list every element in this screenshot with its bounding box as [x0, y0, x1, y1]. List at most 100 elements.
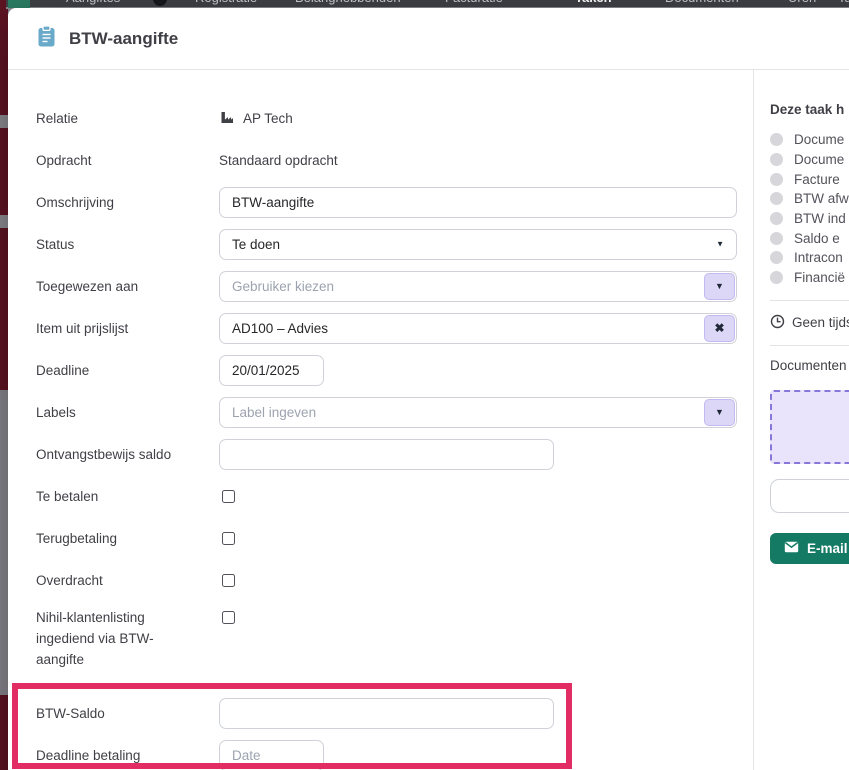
form-row-labels: Labels ▼ — [36, 397, 753, 427]
field-label: BTW-Saldo — [36, 703, 219, 724]
deadline-input[interactable] — [219, 355, 324, 386]
sidebar-heading: Deze taak h — [770, 102, 849, 117]
divider — [770, 345, 849, 346]
envelope-icon — [784, 541, 799, 556]
field-label: Status — [36, 234, 219, 255]
factory-icon — [219, 109, 235, 128]
subtask-label: Intracon — [794, 250, 843, 265]
nav-item[interactable]: Belanghebbenden — [295, 0, 401, 5]
form-row-btw-saldo: BTW-Saldo — [36, 698, 753, 728]
chevron-down-icon: ▼ — [715, 407, 724, 417]
nihil-checkbox[interactable] — [222, 611, 235, 624]
subtask-label: Docume — [794, 132, 844, 147]
status-dot — [770, 251, 783, 264]
status-dot — [770, 212, 783, 225]
list-item[interactable]: Financië — [770, 268, 849, 288]
form-row-terugbetaling: Terugbetaling — [36, 523, 753, 553]
task-modal: BTW-aangifte Relatie AP Tech Opdracht St… — [8, 8, 849, 770]
field-label: Deadline — [36, 360, 219, 381]
list-item[interactable]: Intracon — [770, 248, 849, 268]
form-row-toegewezen: Toegewezen aan ▼ — [36, 271, 753, 301]
modal-header: BTW-aangifte — [8, 8, 849, 70]
status-dot — [770, 271, 783, 284]
btw-saldo-input[interactable] — [219, 698, 554, 729]
deadline-betaling-input[interactable] — [219, 740, 324, 770]
field-label: Overdracht — [36, 570, 219, 591]
form-row-omschrijving: Omschrijving — [36, 187, 753, 217]
status-dot — [770, 192, 783, 205]
list-item[interactable]: Docume — [770, 150, 849, 170]
documents-heading: Documenten — [770, 358, 849, 373]
labels-input[interactable] — [219, 397, 737, 428]
task-form: Relatie AP Tech Opdracht Standaard opdra… — [8, 70, 753, 770]
nav-item-taken[interactable]: Taken — [575, 0, 612, 5]
subtask-label: BTW ind — [794, 211, 846, 226]
form-row-prijslijst: Item uit prijslijst ✖ — [36, 313, 753, 343]
list-item[interactable]: Saldo e — [770, 228, 849, 248]
labels-dropdown-button[interactable]: ▼ — [704, 399, 735, 426]
subtask-label: BTW afw — [794, 191, 849, 206]
top-navbar: Aangiftes Registratie Belanghebbenden Fa… — [0, 0, 849, 7]
nav-item[interactable]: Registratie — [195, 0, 257, 5]
user-avatar[interactable] — [153, 0, 167, 6]
list-item[interactable]: Docume — [770, 130, 849, 150]
nav-item[interactable]: Tak — [838, 0, 849, 5]
form-row-deadline: Deadline — [36, 355, 753, 385]
ontvangstbewijs-input[interactable] — [219, 439, 554, 470]
nav-item[interactable]: Uren — [788, 0, 816, 5]
relatie-value[interactable]: AP Tech — [243, 111, 293, 126]
clock-icon — [770, 314, 785, 332]
field-label: Labels — [36, 402, 219, 423]
close-icon: ✖ — [714, 321, 724, 335]
form-row-overdracht: Overdracht — [36, 565, 753, 595]
time-note-label: Geen tijds — [792, 315, 849, 330]
status-value: Te doen — [232, 237, 280, 252]
status-dot — [770, 232, 783, 245]
subtask-label: Saldo e — [794, 231, 840, 246]
document-input[interactable] — [770, 479, 849, 513]
status-dot — [770, 133, 783, 146]
field-label: Relatie — [36, 108, 219, 129]
app-logo[interactable] — [8, 0, 30, 8]
field-label: Te betalen — [36, 486, 219, 507]
toegewezen-dropdown-button[interactable]: ▼ — [704, 273, 735, 300]
form-row-opdracht: Opdracht Standaard opdracht — [36, 145, 753, 175]
send-email-label: E-mail v — [807, 541, 849, 556]
te-betalen-checkbox[interactable] — [222, 490, 235, 503]
subtask-label: Financië — [794, 270, 845, 285]
omschrijving-input[interactable] — [219, 187, 737, 218]
modal-title: BTW-aangifte — [69, 29, 178, 49]
chevron-down-icon: ▼ — [716, 240, 724, 249]
form-row-status: Status Te doen ▼ — [36, 229, 753, 259]
field-label: Nihil-klantenlisting ingediend via BTW-a… — [36, 607, 219, 670]
field-label: Ontvangstbewijs saldo — [36, 444, 219, 465]
terugbetaling-checkbox[interactable] — [222, 532, 235, 545]
field-label: Item uit prijslijst — [36, 318, 219, 339]
left-sidebar-rail — [0, 0, 8, 770]
form-row-deadline-betaling: Deadline betaling — [36, 740, 753, 770]
status-select[interactable]: Te doen — [219, 229, 737, 260]
nav-item[interactable]: Facturatie — [445, 0, 503, 5]
list-item[interactable]: BTW ind — [770, 209, 849, 229]
status-dot — [770, 153, 783, 166]
rail-corner — [0, 0, 6, 9]
nav-item[interactable]: Aangiftes — [66, 0, 120, 5]
form-row-te-betalen: Te betalen — [36, 481, 753, 511]
subtask-list: Docume Docume Facture BTW afw BTW ind Sa… — [770, 130, 849, 288]
field-label: Toegewezen aan — [36, 276, 219, 297]
field-label: Omschrijving — [36, 192, 219, 213]
opdracht-value: Standaard opdracht — [219, 153, 338, 168]
field-label: Terugbetaling — [36, 528, 219, 549]
list-item[interactable]: Facture — [770, 169, 849, 189]
prijslijst-input[interactable] — [219, 313, 737, 344]
overdracht-checkbox[interactable] — [222, 574, 235, 587]
document-dropzone[interactable] — [770, 390, 849, 464]
field-label: Opdracht — [36, 150, 219, 171]
toegewezen-input[interactable] — [219, 271, 737, 302]
list-item[interactable]: BTW afw — [770, 189, 849, 209]
nav-item[interactable]: Documenten — [665, 0, 739, 5]
send-email-button[interactable]: E-mail v — [770, 533, 849, 564]
form-row-ontvangstbewijs: Ontvangstbewijs saldo — [36, 439, 753, 469]
form-row-relatie: Relatie AP Tech — [36, 103, 753, 133]
prijslijst-clear-button[interactable]: ✖ — [704, 315, 735, 342]
